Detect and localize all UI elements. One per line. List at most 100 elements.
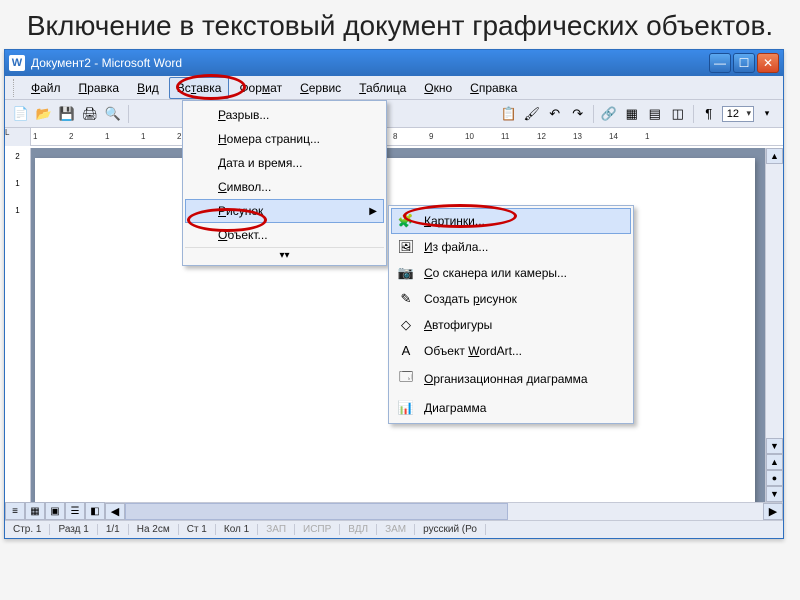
picture-item--[interactable]: ✎Создать рисунок xyxy=(391,286,631,312)
status-line: Ст 1 xyxy=(179,524,216,535)
scrollbar-horizontal[interactable]: ◀ ▶ xyxy=(105,502,783,520)
status-lang[interactable]: русский (Ро xyxy=(415,524,486,535)
picture-item--[interactable]: 🖼Из файла... xyxy=(391,234,631,260)
browse-object-icon[interactable]: ● xyxy=(766,470,783,486)
picture-item--[interactable]: 📊Диаграмма xyxy=(391,395,631,421)
menu-item-icon: 📊 xyxy=(394,400,418,416)
dropdown-insert: Разрыв...Номера страниц... Дата и время..… xyxy=(182,100,387,266)
status-ovr[interactable]: ЗАМ xyxy=(377,524,415,535)
scroll-track[interactable] xyxy=(766,164,783,438)
new-doc-icon[interactable]: 📄 xyxy=(11,104,31,124)
picture-item--[interactable]: 📷Со сканера или камеры... xyxy=(391,260,631,286)
open-icon[interactable]: 📂 xyxy=(34,104,54,124)
scroll-h-track[interactable] xyxy=(125,503,763,520)
menu-table[interactable]: Таблица xyxy=(351,77,414,99)
status-trk[interactable]: ИСПР xyxy=(295,524,340,535)
status-rec[interactable]: ЗАП xyxy=(258,524,295,535)
menu-format[interactable]: Формат xyxy=(231,77,290,99)
menu-item-label: Создать рисунок xyxy=(418,292,624,306)
menu-item-label: Организационная диаграмма xyxy=(418,372,624,386)
menu-help[interactable]: Справка xyxy=(462,77,525,99)
prev-page-icon[interactable]: ▲ xyxy=(766,454,783,470)
reading-view-icon[interactable]: ◧ xyxy=(85,502,105,520)
ruler-corner: L xyxy=(5,128,31,146)
toolbar-separator xyxy=(128,105,129,123)
status-ext[interactable]: ВДЛ xyxy=(340,524,377,535)
undo-icon[interactable]: ↶ xyxy=(545,104,565,124)
drawing-icon[interactable]: ◫ xyxy=(668,104,688,124)
zoom-out-icon[interactable]: ¶ xyxy=(699,104,719,124)
columns-icon[interactable]: ▤ xyxy=(645,104,665,124)
table-icon[interactable]: ▦ xyxy=(622,104,642,124)
next-page-icon[interactable]: ▼ xyxy=(766,486,783,502)
scrollbar-vertical[interactable]: ▲ ▼ ▲ ● ▼ xyxy=(765,148,783,502)
redo-icon[interactable]: ↷ xyxy=(568,104,588,124)
menu-item-icon: 🖼 xyxy=(394,239,418,255)
format-painter-icon[interactable]: 🖌 xyxy=(522,104,542,124)
print-preview-icon[interactable]: 🔍 xyxy=(103,104,123,124)
scroll-h-thumb[interactable] xyxy=(125,503,508,520)
web-view-icon[interactable]: ▦ xyxy=(25,502,45,520)
maximize-button[interactable]: ☐ xyxy=(733,53,755,73)
save-icon[interactable]: 💾 xyxy=(57,104,77,124)
insert-item--[interactable]: Дата и время... xyxy=(185,151,384,175)
close-button[interactable]: ✕ xyxy=(757,53,779,73)
scroll-up-icon[interactable]: ▲ xyxy=(766,148,783,164)
menu-item-label: Автофигуры xyxy=(418,318,624,332)
menu-tools[interactable]: Сервис xyxy=(292,77,349,99)
picture-item--[interactable]: 🗔Организационная диаграмма xyxy=(391,363,631,395)
word-window: W Документ2 - Microsoft Word — ☐ ✕ Файл … xyxy=(4,49,784,539)
menu-item-label: Из файла... xyxy=(418,240,624,254)
ruler-vertical[interactable]: 211 xyxy=(5,148,31,502)
titlebar: W Документ2 - Microsoft Word — ☐ ✕ xyxy=(5,50,783,76)
print-view-icon[interactable]: ▣ xyxy=(45,502,65,520)
scroll-left-icon[interactable]: ◀ xyxy=(105,503,125,520)
submenu-picture: 🧩Картинки...🖼Из файла...📷Со сканера или … xyxy=(388,205,634,424)
window-title: Документ2 - Microsoft Word xyxy=(31,56,709,70)
menu-window[interactable]: Окно xyxy=(416,77,460,99)
menu-item-label: Рисунок xyxy=(212,204,369,218)
zoom-combo[interactable]: 12 xyxy=(722,106,754,122)
ruler-tick: 13 xyxy=(573,132,609,141)
paste-icon[interactable]: 📋 xyxy=(499,104,519,124)
status-section: Разд 1 xyxy=(50,524,97,535)
insert-item--[interactable]: Символ... xyxy=(185,175,384,199)
word-app-icon: W xyxy=(9,55,25,71)
print-icon[interactable]: 🖨 xyxy=(80,104,100,124)
help-icon[interactable]: ▾ xyxy=(757,104,777,124)
normal-view-icon[interactable]: ≡ xyxy=(5,502,25,520)
ruler-horizontal[interactable]: L 12112345678910111213141 xyxy=(5,128,783,146)
hyperlink-icon[interactable]: 🔗 xyxy=(599,104,619,124)
outline-view-icon[interactable]: ☰ xyxy=(65,502,85,520)
picture-item--[interactable]: ◇Автофигуры xyxy=(391,312,631,338)
insert-item--[interactable]: Разрыв... xyxy=(185,103,384,127)
menu-file[interactable]: Файл xyxy=(23,77,69,99)
statusbar: Стр. 1 Разд 1 1/1 На 2см Ст 1 Кол 1 ЗАП … xyxy=(5,520,783,538)
ruler-tick: 8 xyxy=(393,132,429,141)
menubar: Файл Правка Вид Вставка Формат Сервис Та… xyxy=(5,76,783,100)
ruler-tick: 1 xyxy=(105,132,141,141)
picture-item--[interactable]: 🧩Картинки... xyxy=(391,208,631,234)
menu-expand-icon[interactable]: ▾▾ xyxy=(185,247,384,263)
insert-item--[interactable]: Рисунок▶ xyxy=(185,199,384,223)
menu-view[interactable]: Вид xyxy=(129,77,167,99)
menu-item-icon: A xyxy=(394,343,418,358)
ruler-tick: 1 xyxy=(33,132,69,141)
scroll-right-icon[interactable]: ▶ xyxy=(763,503,783,520)
ruler-tick: 10 xyxy=(465,132,501,141)
status-page: Стр. 1 xyxy=(5,524,50,535)
toolbar: 📄 📂 💾 🖨 🔍 📋 🖌 ↶ ↷ 🔗 ▦ ▤ ◫ ¶ 12 ▾ xyxy=(5,100,783,128)
insert-item--[interactable]: Объект... xyxy=(185,223,384,247)
ruler-tick: 1 xyxy=(15,179,19,188)
submenu-arrow-icon: ▶ xyxy=(369,206,377,217)
view-buttons: ≡ ▦ ▣ ☰ ◧ xyxy=(5,502,105,520)
scroll-down-icon[interactable]: ▼ xyxy=(766,438,783,454)
menu-item-label: Дата и время... xyxy=(212,156,377,170)
menu-insert[interactable]: Вставка xyxy=(169,77,230,99)
menubar-grip xyxy=(13,79,17,97)
status-at: На 2см xyxy=(129,524,179,535)
insert-item--[interactable]: Номера страниц... xyxy=(185,127,384,151)
menu-edit[interactable]: Правка xyxy=(71,77,128,99)
minimize-button[interactable]: — xyxy=(709,53,731,73)
picture-item--wordart-[interactable]: AОбъект WordArt... xyxy=(391,338,631,363)
